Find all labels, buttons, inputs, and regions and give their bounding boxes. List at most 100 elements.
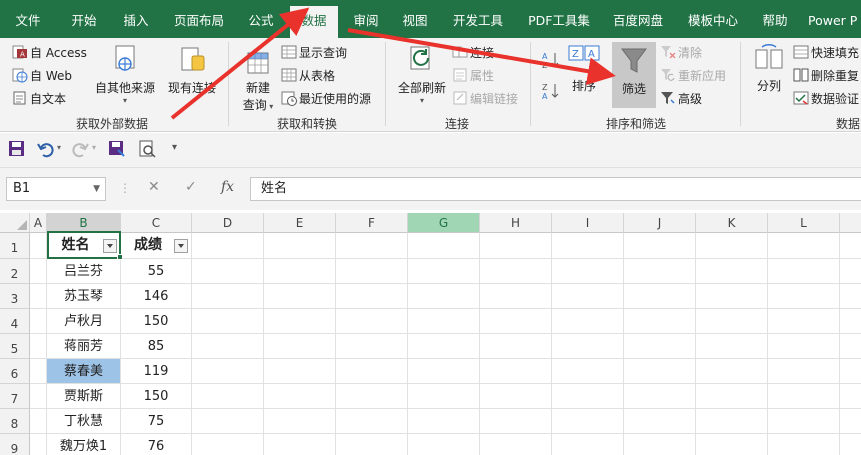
tab-pdf-tools[interactable]: PDF工具集	[520, 0, 598, 38]
column-header-g[interactable]: G	[408, 213, 480, 233]
enter-icon[interactable]: ✓	[185, 179, 197, 195]
tab-developer[interactable]: 开发工具	[446, 0, 510, 38]
cell-b1-header[interactable]: 姓名	[47, 233, 121, 259]
cell-c3[interactable]: 146	[121, 284, 192, 309]
redo-dropdown-icon[interactable]: ▾	[92, 143, 96, 152]
clear-filter-button[interactable]: 清除	[660, 44, 702, 61]
cancel-icon[interactable]: ✕	[148, 179, 160, 195]
from-table-button[interactable]: 从表格	[281, 67, 335, 84]
column-header-h[interactable]: H	[480, 213, 552, 233]
row-header-7[interactable]: 7	[0, 384, 30, 409]
cell-a8[interactable]	[30, 409, 47, 434]
cell-a4[interactable]	[30, 309, 47, 334]
formula-input[interactable]: 姓名	[250, 177, 861, 201]
sort-button[interactable]: ZA 排序	[564, 44, 604, 94]
cell-b5[interactable]: 蒋丽芳	[47, 334, 121, 359]
data-validation-button[interactable]: 数据验证	[793, 90, 859, 107]
save-as-icon[interactable]	[108, 140, 126, 158]
cell-c4[interactable]: 150	[121, 309, 192, 334]
column-header-m[interactable]	[840, 213, 861, 233]
column-header-c[interactable]: C	[121, 213, 192, 233]
cell-a5[interactable]	[30, 334, 47, 359]
name-box[interactable]: B1 ▼	[6, 177, 106, 201]
cell-c7[interactable]: 150	[121, 384, 192, 409]
column-header-l[interactable]: L	[768, 213, 840, 233]
filter-dropdown-icon[interactable]	[174, 239, 188, 253]
reapply-button[interactable]: 重新应用	[660, 67, 726, 84]
select-all-corner[interactable]	[0, 213, 30, 233]
sort-asc-button[interactable]: AZ	[540, 50, 560, 73]
recent-sources-button[interactable]: 最近使用的源	[281, 90, 371, 107]
tab-template-center[interactable]: 模板中心	[681, 0, 745, 38]
tab-help[interactable]: 帮助	[755, 0, 795, 38]
edit-links-button[interactable]: 编辑链接	[452, 90, 518, 107]
tab-baidu-netdisk[interactable]: 百度网盘	[606, 0, 670, 38]
row-header-3[interactable]: 3	[0, 284, 30, 309]
tab-view[interactable]: 视图	[392, 0, 438, 38]
from-other-sources-button[interactable]: 自其他来源 ▾	[92, 44, 158, 105]
column-header-f[interactable]: F	[336, 213, 408, 233]
cell-b9[interactable]: 魏万焕1	[47, 434, 121, 455]
cell-b3[interactable]: 苏玉琴	[47, 284, 121, 309]
cell-c8[interactable]: 75	[121, 409, 192, 434]
column-header-j[interactable]: J	[624, 213, 696, 233]
fill-handle[interactable]	[117, 254, 123, 260]
undo-dropdown-icon[interactable]: ▾	[57, 143, 61, 152]
filter-button[interactable]: 筛选	[612, 42, 656, 108]
tab-file[interactable]: 文件	[4, 0, 52, 38]
column-header-d[interactable]: D	[192, 213, 264, 233]
row-header-5[interactable]: 5	[0, 334, 30, 359]
tab-review[interactable]: 审阅	[342, 0, 390, 38]
connections-button[interactable]: 连接	[452, 44, 494, 61]
print-preview-icon[interactable]	[138, 140, 156, 158]
cell-b4[interactable]: 卢秋月	[47, 309, 121, 334]
cell-b6-highlighted[interactable]: 蔡春美	[47, 359, 121, 384]
text-to-columns-button[interactable]: 分列	[750, 44, 788, 94]
cell-c2[interactable]: 55	[121, 259, 192, 284]
refresh-all-button[interactable]: 全部刷新 ▾	[395, 44, 449, 105]
cell-a3[interactable]	[30, 284, 47, 309]
row-header-1[interactable]: 1	[0, 233, 30, 259]
cell-a1[interactable]	[30, 233, 47, 259]
cell-a7[interactable]	[30, 384, 47, 409]
cell-c1-header[interactable]: 成绩	[121, 233, 192, 259]
cell-b8[interactable]: 丁秋慧	[47, 409, 121, 434]
undo-icon[interactable]	[36, 140, 54, 158]
row-header-9[interactable]: 9	[0, 434, 30, 455]
show-queries-button[interactable]: 显示查询	[281, 44, 347, 61]
column-header-i[interactable]: I	[552, 213, 624, 233]
row-header-8[interactable]: 8	[0, 409, 30, 434]
flash-fill-button[interactable]: 快速填充	[793, 44, 859, 61]
cell-b2[interactable]: 吕兰芬	[47, 259, 121, 284]
filter-dropdown-icon[interactable]	[103, 239, 117, 253]
save-icon[interactable]	[8, 140, 26, 158]
tab-data[interactable]: 数据	[290, 6, 338, 38]
column-header-k[interactable]: K	[696, 213, 768, 233]
cell-a6[interactable]	[30, 359, 47, 384]
cell-a2[interactable]	[30, 259, 47, 284]
column-header-a[interactable]: A	[30, 213, 47, 233]
row-header-6[interactable]: 6	[0, 359, 30, 384]
tab-insert[interactable]: 插入	[112, 0, 160, 38]
column-header-e[interactable]: E	[264, 213, 336, 233]
tab-power-pivot[interactable]: Power P	[808, 0, 861, 38]
from-web-button[interactable]: 自 Web	[12, 67, 72, 84]
worksheet-grid[interactable]: A B C D E F G H I J K L 1 2 3 4 5 6 7 8 …	[0, 213, 861, 455]
column-header-b[interactable]: B	[47, 213, 121, 233]
row-header-2[interactable]: 2	[0, 259, 30, 284]
row-header-4[interactable]: 4	[0, 309, 30, 334]
advanced-filter-button[interactable]: 高级	[660, 90, 702, 107]
cell-c6[interactable]: 119	[121, 359, 192, 384]
redo-icon[interactable]	[72, 140, 90, 158]
cell-c9[interactable]: 76	[121, 434, 192, 455]
tab-home[interactable]: 开始	[60, 0, 108, 38]
remove-duplicates-button[interactable]: 删除重复	[793, 67, 859, 84]
properties-button[interactable]: 属性	[452, 67, 494, 84]
cell-b7[interactable]: 贾斯斯	[47, 384, 121, 409]
new-query-button[interactable]: 新建 查询 ▾	[236, 50, 280, 113]
tab-page-layout[interactable]: 页面布局	[168, 0, 230, 38]
cell-c5[interactable]: 85	[121, 334, 192, 359]
sort-desc-button[interactable]: ZA	[540, 81, 560, 104]
from-access-button[interactable]: A 自 Access	[12, 44, 87, 61]
customize-toolbar-icon[interactable]: ▾	[172, 142, 177, 153]
